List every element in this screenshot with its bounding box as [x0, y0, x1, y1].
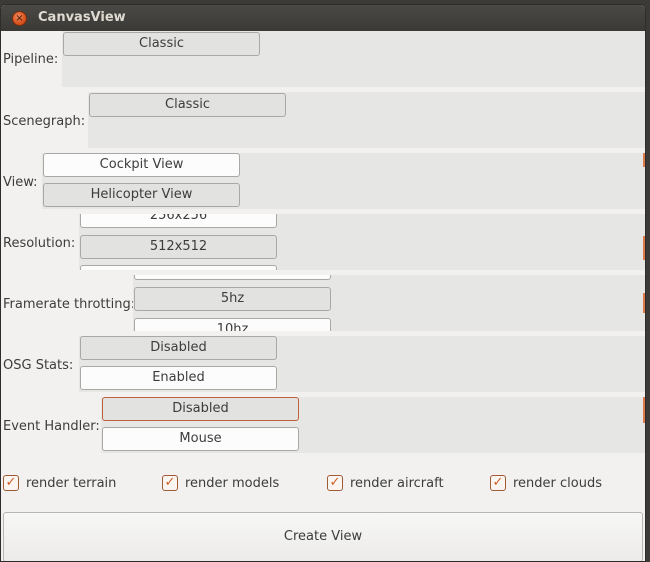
event-handler-row: Event Handler: Disabled Mouse	[1, 397, 645, 455]
window-title: CanvasView	[38, 10, 126, 25]
framerate-label: Framerate throtting:	[3, 297, 136, 312]
scenegraph-label: Scenegraph:	[3, 114, 86, 129]
resolution-scroll-indicator[interactable]	[643, 236, 645, 260]
framerate-option-5hz[interactable]: 5hz	[134, 287, 331, 311]
scenegraph-row: Scenegraph: Classic	[1, 92, 645, 150]
resolution-option-512[interactable]: 512x512	[80, 235, 277, 259]
titlebar: × CanvasView	[1, 5, 645, 31]
scenegraph-list[interactable]: Classic	[88, 92, 645, 148]
pipeline-row: Pipeline: Classic	[1, 31, 645, 89]
view-list[interactable]: Cockpit View Helicopter View	[42, 153, 645, 209]
event-handler-label: Event Handler:	[3, 419, 100, 434]
canvasview-window: × CanvasView Pipeline: Classic Scenegrap…	[0, 4, 646, 562]
render-aircraft-label: render aircraft	[350, 476, 444, 491]
event-handler-option-mouse[interactable]: Mouse	[102, 427, 299, 451]
checkbox-check-icon[interactable]: ✓	[162, 475, 178, 491]
checkbox-check-icon[interactable]: ✓	[490, 475, 506, 491]
event-handler-list[interactable]: Disabled Mouse	[101, 397, 645, 453]
scenegraph-option-classic[interactable]: Classic	[89, 93, 286, 117]
osg-stats-list[interactable]: Disabled Enabled	[79, 336, 645, 392]
view-label: View:	[3, 175, 38, 190]
view-option-cockpit[interactable]: Cockpit View	[43, 153, 240, 177]
view-option-helicopter[interactable]: Helicopter View	[43, 183, 240, 207]
resolution-option-next[interactable]	[80, 265, 277, 270]
pipeline-option-classic[interactable]: Classic	[63, 32, 260, 56]
view-row: View: Cockpit View Helicopter View	[1, 153, 645, 211]
osg-stats-option-enabled[interactable]: Enabled	[80, 366, 277, 390]
event-handler-option-disabled[interactable]: Disabled	[102, 397, 299, 421]
render-terrain-label: render terrain	[26, 476, 117, 491]
resolution-label: Resolution:	[3, 236, 76, 251]
framerate-scroll-indicator[interactable]	[643, 293, 645, 313]
resolution-list[interactable]: 256x256 512x512	[79, 214, 645, 270]
event-handler-scroll-indicator[interactable]	[643, 397, 645, 423]
close-icon[interactable]: ×	[12, 11, 27, 26]
osg-stats-label: OSG Stats:	[3, 358, 74, 373]
osg-stats-row: OSG Stats: Disabled Enabled	[1, 336, 645, 394]
checkbox-check-icon[interactable]: ✓	[3, 475, 19, 491]
osg-stats-option-disabled[interactable]: Disabled	[80, 336, 277, 360]
view-scroll-indicator[interactable]	[643, 153, 645, 167]
framerate-option-10hz[interactable]: 10hz	[134, 318, 331, 331]
framerate-list[interactable]: 5hz 10hz	[133, 275, 645, 331]
pipeline-list[interactable]: Classic	[62, 31, 645, 87]
render-models-label: render models	[185, 476, 280, 491]
resolution-row: Resolution: 256x256 512x512	[1, 214, 645, 272]
framerate-row: Framerate throtting: 5hz 10hz	[1, 275, 645, 333]
render-clouds-label: render clouds	[513, 476, 603, 491]
framerate-option-prev[interactable]	[134, 275, 331, 280]
pipeline-label: Pipeline:	[3, 52, 59, 67]
resolution-option-256[interactable]: 256x256	[80, 214, 277, 228]
checkbox-check-icon[interactable]: ✓	[327, 475, 343, 491]
create-view-button[interactable]: Create View	[3, 512, 643, 561]
